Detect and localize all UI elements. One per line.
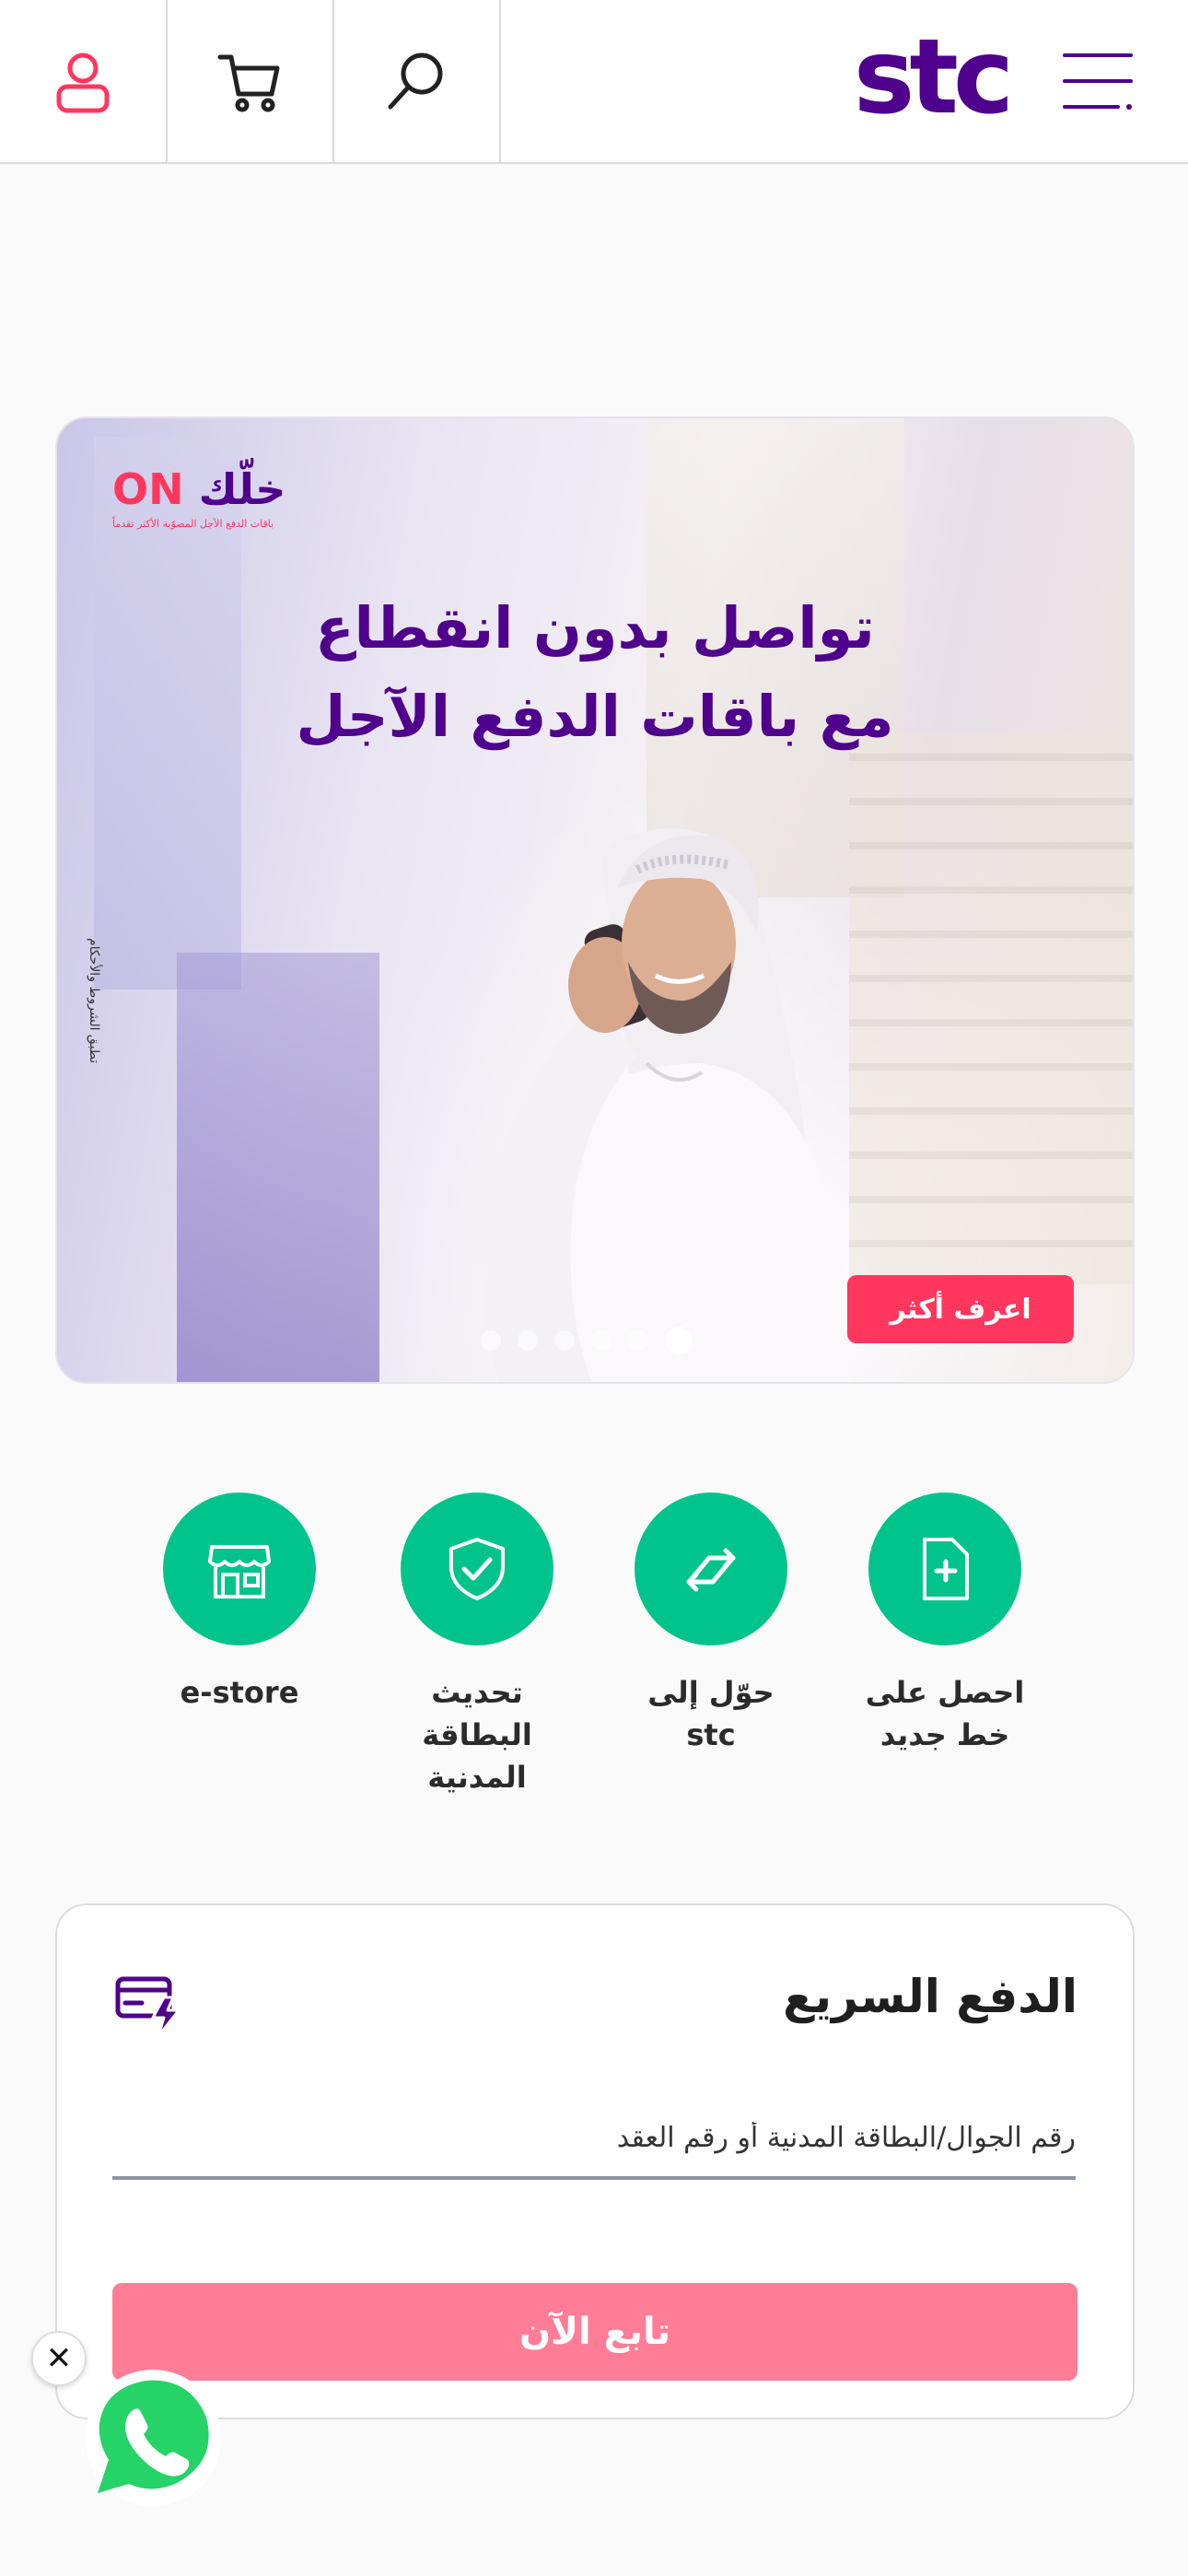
carousel-dot[interactable] (591, 1330, 611, 1351)
profile-button[interactable] (0, 0, 168, 162)
quicklink-label: حوّل إلى stc (647, 1675, 775, 1752)
carousel-dot[interactable] (481, 1330, 501, 1351)
campaign-on: ON (112, 464, 184, 514)
carousel-dot[interactable] (518, 1330, 538, 1351)
quicklink-label: احصل على خط جديد (865, 1675, 1025, 1752)
close-whatsapp-button[interactable]: ✕ (31, 2331, 87, 2386)
account-number-input[interactable] (112, 2099, 1076, 2180)
store-icon (163, 1493, 316, 1645)
top-header: stc (0, 0, 1188, 164)
whatsapp-icon[interactable] (79, 2364, 227, 2512)
search-button[interactable] (333, 0, 501, 162)
quicklink-new-line[interactable]: احصل على خط جديد (853, 1493, 1037, 1756)
quicklink-label: تحديث البطاقة المدنية (422, 1675, 532, 1795)
background-building (177, 953, 379, 1382)
carousel-dot[interactable] (554, 1330, 575, 1351)
campaign-brand: ON خلّك باقات الدفع الآجل المصوّبة الأكث… (112, 464, 285, 530)
carousel-dots (481, 1327, 693, 1354)
quicklink-update-civil-id[interactable]: تحديث البطاقة المدنية (385, 1493, 569, 1798)
headline-line-1: تواصل بدون انقطاع (315, 594, 875, 662)
continue-now-button[interactable]: تابع الآن (112, 2283, 1077, 2381)
quick-pay-title: الدفع السريع (783, 1970, 1077, 2023)
campaign-mark: ON خلّك (112, 464, 285, 514)
headline-line-2: مع باقات الدفع الآجل (296, 683, 894, 750)
shield-check-icon (401, 1493, 553, 1645)
card-flash-icon (115, 1976, 181, 2038)
campaign-tagline: باقات الدفع الآجل المصوّبة الأكثر تقدماً (112, 518, 274, 530)
carousel-dot[interactable] (628, 1330, 648, 1351)
terms-note: تطبق الشروط والأحكام (87, 937, 101, 1063)
profile-icon (56, 53, 110, 113)
stc-logo[interactable]: stc (844, 22, 1019, 133)
cart-button[interactable] (167, 0, 334, 162)
cart-icon (217, 54, 280, 112)
campaign-word: خلّك (198, 464, 286, 514)
switch-arrows-icon (635, 1493, 787, 1645)
menu-icon[interactable] (1059, 44, 1136, 118)
carousel-dot-active[interactable] (665, 1327, 693, 1354)
quick-pay-card: الدفع السريع تابع الآن (55, 1903, 1135, 2419)
quicklink-estore[interactable]: e-store (147, 1493, 332, 1714)
promo-banner[interactable]: ON خلّك باقات الدفع الآجل المصوّبة الأكث… (55, 416, 1135, 1384)
new-sim-icon (868, 1493, 1021, 1645)
banner-headline: تواصل بدون انقطاع مع باقات الدفع الآجل (57, 584, 1133, 761)
quicklink-switch-to-stc[interactable]: حوّل إلى stc (619, 1493, 803, 1756)
search-icon (388, 53, 443, 110)
quicklink-label: e-store (180, 1675, 299, 1710)
learn-more-button[interactable]: اعرف أكثر (847, 1275, 1074, 1343)
